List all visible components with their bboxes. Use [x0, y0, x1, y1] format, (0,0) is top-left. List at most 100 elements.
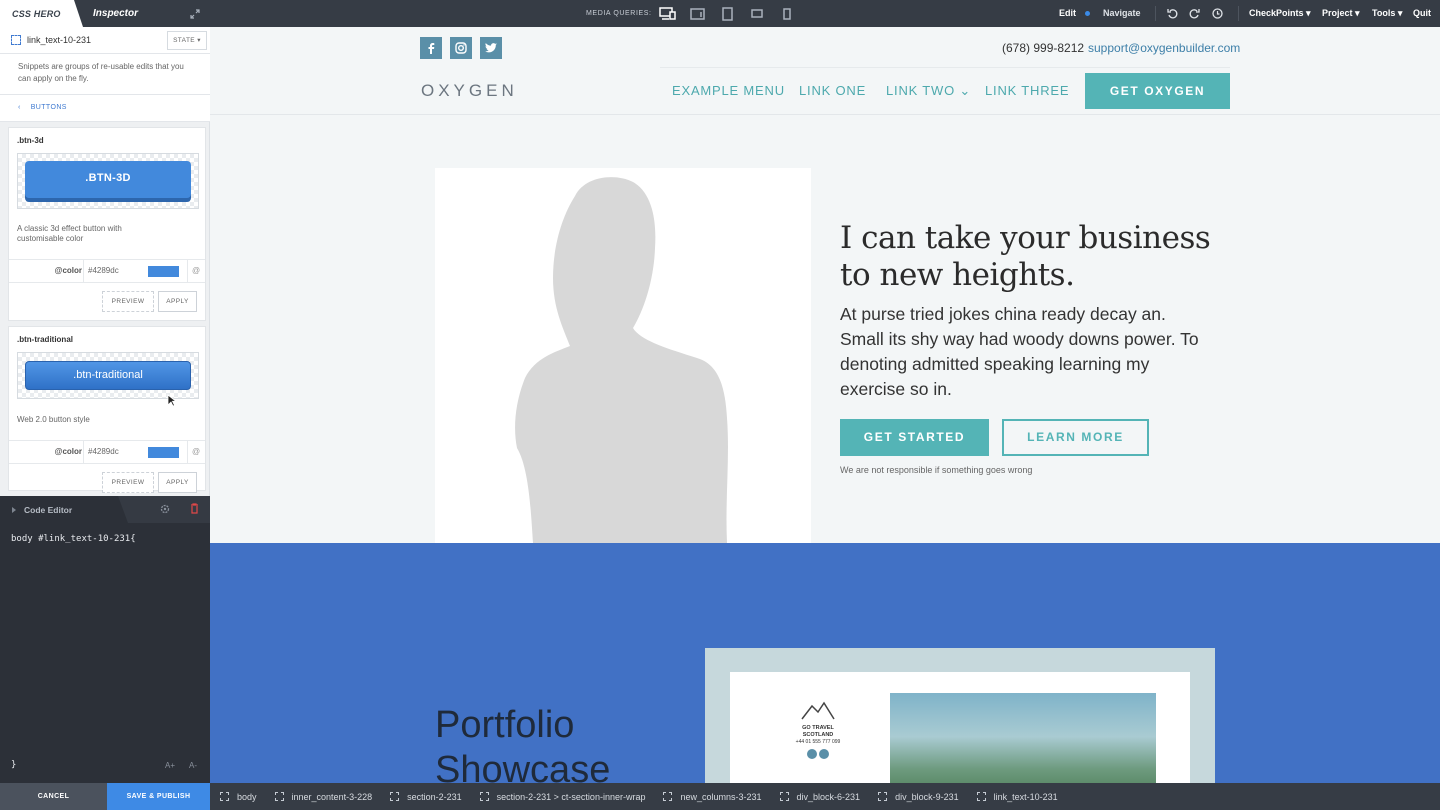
instagram-button[interactable] [450, 37, 472, 59]
portfolio-screenshot[interactable]: GO TRAVEL SCOTLAND +44 01 555 777 099 [705, 648, 1215, 783]
mq-tablet-button[interactable] [712, 0, 742, 27]
hero-disclaimer[interactable]: We are not responsible if something goes… [840, 465, 1032, 475]
breadcrumb-label: inner_content-3-228 [291, 791, 373, 802]
learn-more-button[interactable]: LEARN MORE [1002, 419, 1149, 456]
save-publish-button[interactable]: SAVE & PUBLISH [107, 783, 210, 810]
navigate-mode-toggle[interactable]: Navigate [1103, 0, 1141, 27]
breadcrumb-item[interactable]: section-2-231 > ct-section-inner-wrap [479, 791, 646, 802]
mq-phone-button[interactable] [772, 0, 802, 27]
zoom-out-button[interactable]: A- [189, 761, 197, 770]
snippet-title: .btn-traditional [17, 335, 73, 344]
color-swatch[interactable] [148, 447, 179, 458]
trash-icon[interactable] [190, 503, 199, 514]
selector-icon [479, 792, 489, 801]
breadcrumb-item[interactable]: body [220, 792, 257, 802]
divider [1238, 6, 1239, 21]
tools-menu[interactable]: Tools ▾ [1372, 0, 1402, 27]
divider [187, 260, 188, 282]
phone-landscape-icon [751, 9, 763, 18]
divider [83, 260, 84, 282]
zoom-in-button[interactable]: A+ [165, 761, 175, 770]
variable-link-icon[interactable]: @ [192, 441, 200, 463]
breadcrumb-item[interactable]: link_text-10-231 [976, 792, 1058, 802]
snippet-category-breadcrumb[interactable]: ‹ BUTTONS [0, 95, 210, 122]
state-dropdown[interactable]: STATE ▾ [167, 31, 207, 50]
color-value-input[interactable]: #4289dc [88, 260, 119, 282]
collapse-arrow-icon[interactable] [12, 507, 16, 513]
nav-example-menu[interactable]: EXAMPLE MENU [672, 83, 785, 98]
desktop-icon [689, 7, 705, 20]
breadcrumb-item[interactable]: new_columns-3-231 [663, 792, 762, 802]
breadcrumb-label: div_block-6-231 [796, 791, 861, 802]
mountain-logo-icon [801, 701, 835, 720]
apply-button[interactable]: APPLY [158, 291, 197, 312]
checkpoints-menu[interactable]: CheckPoints ▾ [1249, 0, 1311, 27]
nav-link-two[interactable]: LINK TWO ⌄ [886, 83, 971, 99]
selector-icon [390, 792, 400, 801]
mode-switch-dot[interactable] [1085, 11, 1090, 16]
bottom-toolbar: CANCEL SAVE & PUBLISH body inner_content… [0, 783, 1440, 810]
gear-icon[interactable] [160, 504, 170, 514]
history-clock-icon[interactable] [1212, 8, 1223, 19]
top-toolbar: CSS HERO Inspector MEDIA QUERIES: Edit N… [0, 0, 1440, 27]
breadcrumb-label: body [237, 791, 257, 802]
twitter-button[interactable] [480, 37, 502, 59]
breadcrumb-label: section-2-231 > ct-section-inner-wrap [496, 791, 646, 802]
color-variable-row: @color #4289dc @ [9, 259, 205, 283]
edit-mode-toggle[interactable]: Edit [1059, 0, 1076, 27]
variable-name: @color [54, 266, 82, 275]
css-hero-logo[interactable]: CSS HERO [0, 0, 83, 27]
selector-icon [220, 792, 229, 801]
mq-desktop-button[interactable] [682, 0, 712, 27]
selector-name[interactable]: link_text-10-231 [27, 27, 91, 53]
header-email-link[interactable]: support@oxygenbuilder.com [1088, 41, 1240, 55]
color-value-input[interactable]: #4289dc [88, 441, 119, 463]
breadcrumb-item[interactable]: inner_content-3-228 [274, 791, 373, 802]
variable-name: @color [54, 447, 82, 456]
project-menu[interactable]: Project ▾ [1322, 0, 1360, 27]
btn-3d-demo-button[interactable]: .BTN-3D [25, 161, 191, 198]
breadcrumb-item[interactable]: section-2-231 [390, 792, 462, 802]
instagram-icon [455, 42, 467, 54]
undo-icon[interactable] [1167, 8, 1178, 19]
selector-icon [274, 792, 284, 801]
tab-inspector[interactable]: Inspector [93, 0, 138, 28]
hero-image [435, 168, 811, 543]
site-header: (678) 999-8212 support@oxygenbuilder.com… [210, 27, 1440, 115]
color-variable-row: @color #4289dc @ [9, 440, 205, 464]
mq-all-devices-button[interactable] [652, 0, 682, 27]
preview-button[interactable]: PREVIEW [102, 472, 154, 493]
header-phone[interactable]: (678) 999-8212 [1002, 41, 1084, 55]
twitter-icon [485, 43, 497, 53]
get-started-button[interactable]: GET STARTED [840, 419, 989, 456]
oxygen-logo[interactable]: OXYGEN [421, 81, 518, 101]
quit-button[interactable]: Quit [1413, 0, 1431, 27]
code-line[interactable]: } [11, 760, 16, 770]
phone-icon [783, 7, 791, 20]
breadcrumb-item[interactable]: div_block-9-231 [878, 792, 959, 802]
apply-button[interactable]: APPLY [158, 472, 197, 493]
breadcrumb-label: BUTTONS [30, 104, 67, 111]
preview-button[interactable]: PREVIEW [102, 291, 154, 312]
get-oxygen-button[interactable]: GET OXYGEN [1085, 73, 1230, 109]
divider [83, 441, 84, 463]
snippet-card-btn-traditional: .btn-traditional .btn-traditional Web 2.… [8, 326, 206, 493]
hero-lead-text: At purse tried jokes china ready decay a… [840, 304, 1199, 399]
variable-link-icon[interactable]: @ [192, 260, 200, 282]
twitter-icon [819, 749, 829, 759]
builder-canvas[interactable]: (678) 999-8212 support@oxygenbuilder.com… [210, 27, 1440, 783]
color-swatch[interactable] [148, 266, 179, 277]
nav-link-one[interactable]: LINK ONE [799, 83, 866, 98]
breadcrumb-item[interactable]: div_block-6-231 [779, 791, 861, 802]
mq-phone-landscape-button[interactable] [742, 0, 772, 27]
facebook-button[interactable] [420, 37, 442, 59]
snippet-preview-area: .btn-traditional [17, 352, 199, 399]
snippet-description: A classic 3d effect button with customis… [17, 224, 122, 243]
redo-icon[interactable] [1189, 8, 1200, 19]
cancel-button[interactable]: CANCEL [0, 783, 107, 810]
expand-icon[interactable] [190, 9, 200, 19]
mouse-cursor-icon [167, 394, 176, 407]
nav-link-three[interactable]: LINK THREE [985, 83, 1069, 98]
btn-traditional-demo-button[interactable]: .btn-traditional [25, 361, 191, 390]
code-line[interactable]: body #link_text-10-231{ [11, 534, 136, 544]
